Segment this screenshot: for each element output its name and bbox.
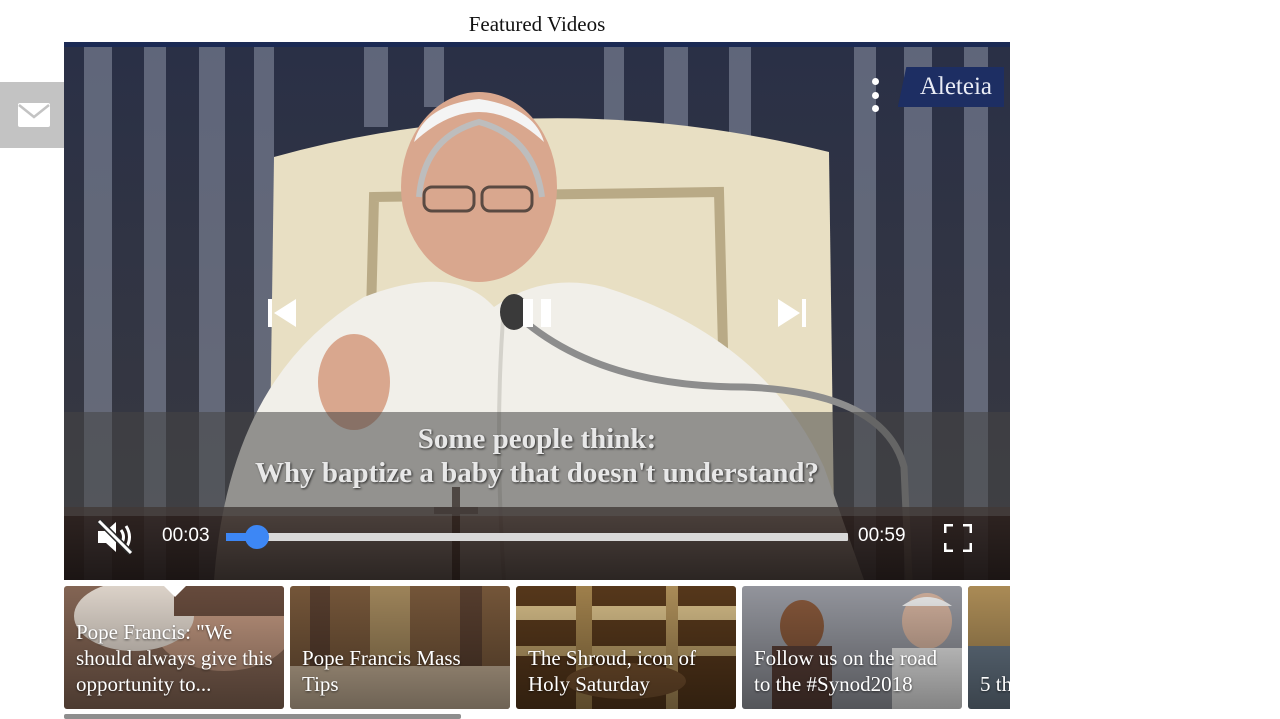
current-time: 00:03 [162,525,210,546]
progress-track[interactable] [226,525,848,549]
playlist-item-title: The Shroud, icon of Holy Saturday [528,646,696,696]
playlist-scrollbar[interactable] [64,714,461,719]
fullscreen-icon[interactable] [944,524,972,552]
progress-handle[interactable] [245,525,270,549]
envelope-icon [17,103,50,127]
duration: 00:59 [858,525,906,546]
playlist-item-title: 5 th kno Ber [980,672,1010,696]
playlist-item[interactable]: Follow us on the road to the #Synod2018 [742,586,962,709]
playlist-item[interactable]: Pope Francis: "We should always give thi… [64,586,284,709]
caption-line-1: Some people think: [417,423,657,455]
playlist-item[interactable]: Pope Francis Mass Tips [290,586,510,709]
channel-watermark: Aleteia [897,67,1004,107]
video-caption: Some people think: Why baptize a baby th… [64,422,1010,490]
caption-line-2: Why baptize a baby that doesn't understa… [255,457,819,489]
video-playlist: Pope Francis: "We should always give thi… [64,586,1010,710]
playlist-item-title: Pope Francis: "We should always give thi… [76,620,273,696]
muted-speaker-icon[interactable] [96,519,134,555]
next-icon[interactable] [778,299,806,327]
playlist-item-title: Follow us on the road to the #Synod2018 [754,646,938,696]
section-title: Featured Videos [468,12,606,36]
email-share-button[interactable] [0,82,67,148]
previous-icon[interactable] [268,299,296,327]
menu-dots-icon[interactable] [868,78,882,112]
playlist-item[interactable]: 5 th kno Ber [968,586,1010,709]
video-player[interactable]: Aleteia Some people think: Why baptize a… [64,42,1010,580]
playlist-item-title: Pope Francis Mass Tips [302,646,461,696]
pause-icon[interactable] [523,299,551,327]
playlist-item[interactable]: The Shroud, icon of Holy Saturday [516,586,736,709]
